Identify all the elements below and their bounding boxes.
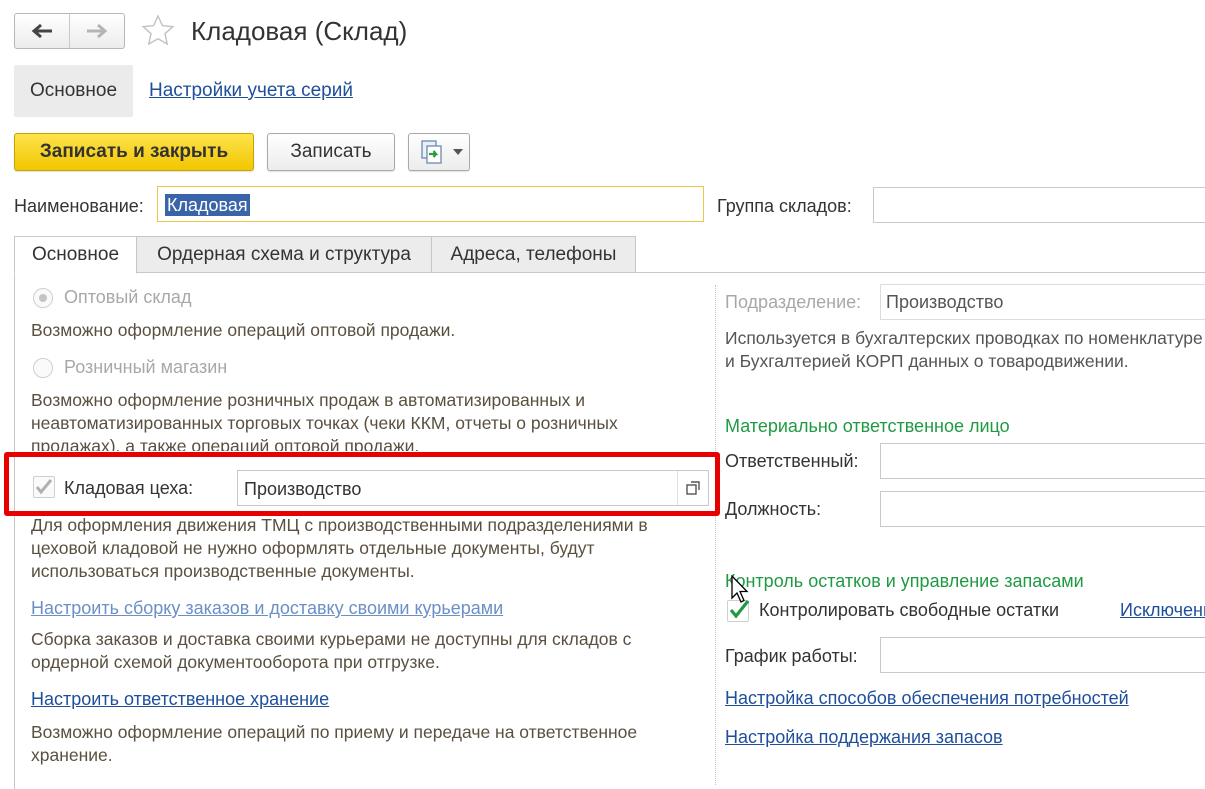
control-free-stock-label: Контролировать свободные остатки	[759, 600, 1060, 620]
wholesale-label: Оптовый склад	[64, 287, 192, 307]
wholesale-description: Возможно оформление операций оптовой про…	[31, 320, 456, 340]
name-input[interactable]: Кладовая	[157, 186, 704, 222]
section-main[interactable]: Основное	[14, 65, 133, 117]
workshop-storeroom-input[interactable]: Производство	[237, 470, 709, 506]
save-and-close-button[interactable]: Записать и закрыть	[14, 133, 254, 171]
name-label: Наименование:	[14, 196, 144, 216]
stock-control-header: Контроль остатков и управление запасами	[725, 571, 1084, 591]
column-separator	[715, 285, 716, 785]
series-settings-link[interactable]: Настройки учета серий	[149, 80, 353, 102]
needs-provision-link[interactable]: Настройка способов обеспечения потребнос…	[725, 688, 1129, 709]
save-button[interactable]: Записать	[267, 133, 395, 171]
favorite-star-icon[interactable]	[140, 13, 176, 49]
arrow-right-icon	[87, 23, 108, 39]
division-input[interactable]: Производство	[880, 284, 1205, 320]
workshop-storeroom-description: Для оформления движения ТМЦ с производст…	[31, 515, 648, 581]
name-input-value: Кладовая	[165, 194, 250, 216]
documents-icon	[421, 140, 442, 164]
dropdown-arrow-icon	[453, 149, 463, 155]
division-description: Используется в бухгалтерских проводках п…	[725, 328, 1203, 371]
open-window-icon	[686, 481, 700, 495]
responsible-label: Ответственный:	[725, 451, 859, 471]
arrow-left-icon	[31, 23, 52, 39]
workshop-storeroom-value: Производство	[244, 479, 362, 499]
forward-button[interactable]	[69, 14, 124, 48]
work-schedule-input[interactable]	[880, 637, 1205, 673]
warehouse-group-label: Группа складов:	[717, 196, 852, 216]
assembly-delivery-description: Сборка заказов и доставка своими курьера…	[31, 629, 632, 672]
workshop-storeroom-checkbox[interactable]	[33, 476, 55, 498]
mol-section-header: Материально ответственное лицо	[725, 416, 1010, 436]
open-button[interactable]	[677, 471, 708, 505]
workshop-storeroom-label: Кладовая цеха:	[64, 478, 194, 498]
tab-panel-border	[14, 272, 15, 789]
division-label: Подразделение:	[725, 292, 862, 312]
work-schedule-label: График работы:	[725, 646, 858, 666]
mouse-cursor-icon	[731, 575, 749, 603]
custody-storage-description: Возможно оформление операций по приему и…	[31, 722, 638, 765]
custody-storage-link[interactable]: Настроить ответственное хранение	[31, 689, 329, 710]
tab-main[interactable]: Основное	[14, 236, 137, 274]
position-label: Должность:	[725, 499, 822, 519]
wholesale-radio[interactable]	[33, 288, 53, 308]
tab-addresses-phones[interactable]: Адреса, телефоны	[431, 236, 636, 273]
retail-radio[interactable]	[33, 358, 53, 378]
history-nav	[14, 13, 125, 49]
stock-maintenance-link[interactable]: Настройка поддержания запасов	[725, 727, 1003, 748]
retail-description: Возможно оформление розничных продаж в а…	[31, 390, 618, 451]
page-title: Кладовая (Склад)	[191, 16, 408, 46]
retail-label: Розничный магазин	[64, 357, 228, 377]
back-button[interactable]	[15, 14, 69, 48]
division-value: Производство	[886, 292, 1004, 312]
warehouse-group-input[interactable]	[873, 187, 1205, 223]
position-input[interactable]	[880, 491, 1205, 527]
responsible-input[interactable]	[880, 443, 1205, 479]
checkmark-icon	[35, 479, 53, 495]
tab-order-scheme[interactable]: Ордерная схема и структура	[136, 236, 432, 273]
create-based-on-button[interactable]	[408, 133, 470, 171]
exceptions-link[interactable]: Исключения	[1120, 600, 1205, 621]
assembly-delivery-link[interactable]: Настроить сборку заказов и доставку свои…	[31, 598, 503, 619]
